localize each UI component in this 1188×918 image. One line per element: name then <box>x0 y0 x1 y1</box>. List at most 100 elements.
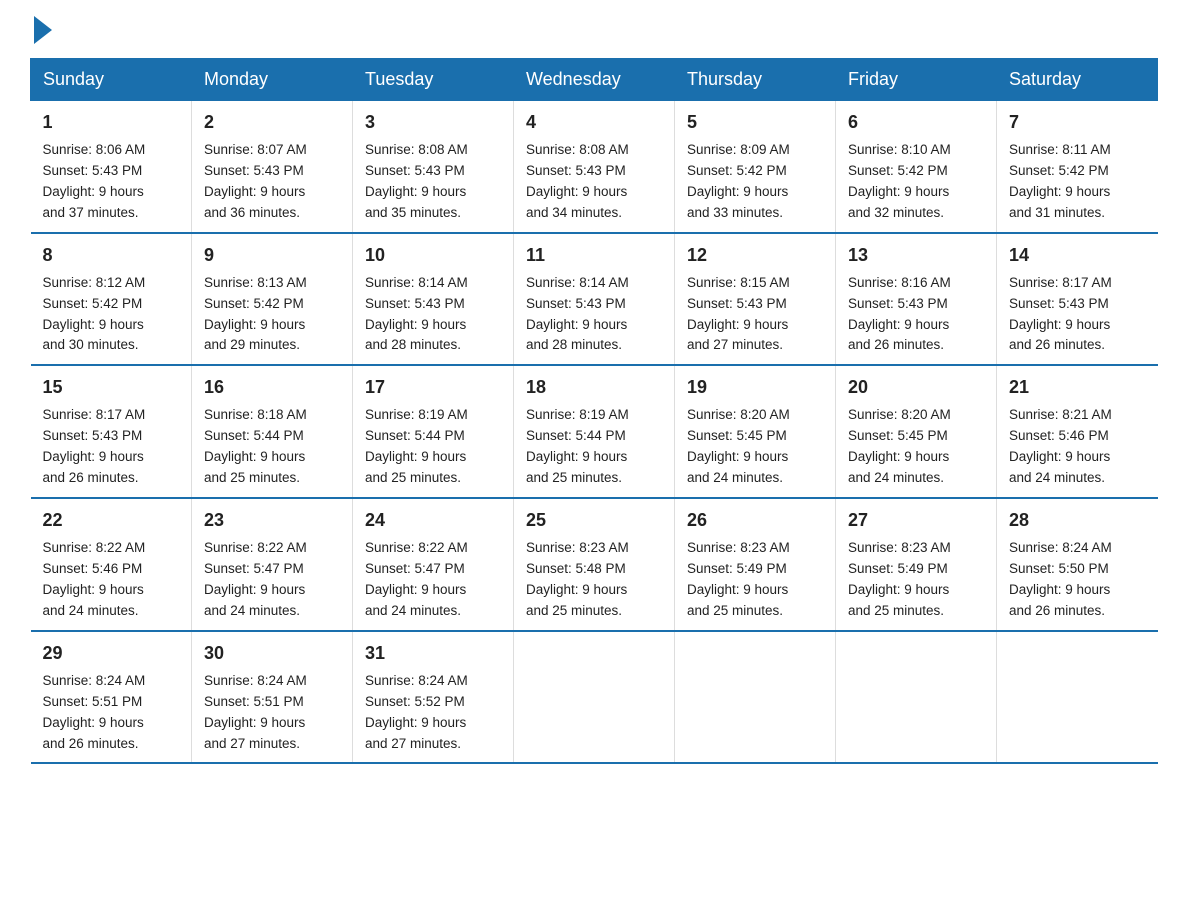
table-row <box>836 631 997 764</box>
day-info: Sunrise: 8:13 AMSunset: 5:42 PMDaylight:… <box>204 273 340 357</box>
day-number: 9 <box>204 242 340 269</box>
day-number: 12 <box>687 242 823 269</box>
day-info: Sunrise: 8:19 AMSunset: 5:44 PMDaylight:… <box>526 405 662 489</box>
day-info: Sunrise: 8:23 AMSunset: 5:49 PMDaylight:… <box>848 538 984 622</box>
day-number: 17 <box>365 374 501 401</box>
header-monday: Monday <box>192 59 353 101</box>
table-row: 19 Sunrise: 8:20 AMSunset: 5:45 PMDayligh… <box>675 365 836 498</box>
table-row: 18 Sunrise: 8:19 AMSunset: 5:44 PMDayligh… <box>514 365 675 498</box>
table-row: 10 Sunrise: 8:14 AMSunset: 5:43 PMDayligh… <box>353 233 514 366</box>
day-number: 18 <box>526 374 662 401</box>
day-number: 11 <box>526 242 662 269</box>
day-info: Sunrise: 8:22 AMSunset: 5:47 PMDaylight:… <box>204 538 340 622</box>
day-number: 1 <box>43 109 180 136</box>
week-row-3: 15 Sunrise: 8:17 AMSunset: 5:43 PMDayligh… <box>31 365 1158 498</box>
day-info: Sunrise: 8:14 AMSunset: 5:43 PMDaylight:… <box>365 273 501 357</box>
table-row: 25Sunrise: 8:23 AMSunset: 5:48 PMDayligh… <box>514 498 675 631</box>
day-number: 29 <box>43 640 180 667</box>
table-row: 13Sunrise: 8:16 AMSunset: 5:43 PMDayligh… <box>836 233 997 366</box>
table-row: 29 Sunrise: 8:24 AMSunset: 5:51 PMDayligh… <box>31 631 192 764</box>
day-number: 27 <box>848 507 984 534</box>
day-info: Sunrise: 8:20 AMSunset: 5:45 PMDaylight:… <box>848 405 984 489</box>
calendar-table: SundayMondayTuesdayWednesdayThursdayFrid… <box>30 58 1158 764</box>
day-info: Sunrise: 8:08 AMSunset: 5:43 PMDaylight:… <box>365 140 501 224</box>
week-row-5: 29 Sunrise: 8:24 AMSunset: 5:51 PMDayligh… <box>31 631 1158 764</box>
table-row: 21 Sunrise: 8:21 AMSunset: 5:46 PMDayligh… <box>997 365 1158 498</box>
table-row: 23 Sunrise: 8:22 AMSunset: 5:47 PMDayligh… <box>192 498 353 631</box>
day-number: 10 <box>365 242 501 269</box>
table-row: 14 Sunrise: 8:17 AMSunset: 5:43 PMDayligh… <box>997 233 1158 366</box>
day-number: 25 <box>526 507 662 534</box>
day-number: 7 <box>1009 109 1146 136</box>
logo <box>30 20 52 40</box>
day-number: 19 <box>687 374 823 401</box>
day-number: 6 <box>848 109 984 136</box>
day-info: Sunrise: 8:22 AMSunset: 5:46 PMDaylight:… <box>43 538 180 622</box>
table-row <box>514 631 675 764</box>
table-row: 7 Sunrise: 8:11 AMSunset: 5:42 PMDaylight… <box>997 101 1158 233</box>
header-friday: Friday <box>836 59 997 101</box>
day-number: 23 <box>204 507 340 534</box>
day-info: Sunrise: 8:06 AMSunset: 5:43 PMDaylight:… <box>43 140 180 224</box>
day-info: Sunrise: 8:24 AMSunset: 5:52 PMDaylight:… <box>365 671 501 755</box>
table-row: 27 Sunrise: 8:23 AMSunset: 5:49 PMDayligh… <box>836 498 997 631</box>
week-row-1: 1 Sunrise: 8:06 AMSunset: 5:43 PMDaylight… <box>31 101 1158 233</box>
table-row: 16 Sunrise: 8:18 AMSunset: 5:44 PMDayligh… <box>192 365 353 498</box>
day-info: Sunrise: 8:16 AMSunset: 5:43 PMDaylight:… <box>848 273 984 357</box>
table-row: 2 Sunrise: 8:07 AMSunset: 5:43 PMDaylight… <box>192 101 353 233</box>
day-number: 31 <box>365 640 501 667</box>
table-row: 26 Sunrise: 8:23 AMSunset: 5:49 PMDayligh… <box>675 498 836 631</box>
day-info: Sunrise: 8:15 AMSunset: 5:43 PMDaylight:… <box>687 273 823 357</box>
day-info: Sunrise: 8:14 AMSunset: 5:43 PMDaylight:… <box>526 273 662 357</box>
calendar-body: 1 Sunrise: 8:06 AMSunset: 5:43 PMDaylight… <box>31 101 1158 764</box>
week-row-2: 8Sunrise: 8:12 AMSunset: 5:42 PMDaylight… <box>31 233 1158 366</box>
day-number: 14 <box>1009 242 1146 269</box>
day-info: Sunrise: 8:07 AMSunset: 5:43 PMDaylight:… <box>204 140 340 224</box>
day-info: Sunrise: 8:24 AMSunset: 5:50 PMDaylight:… <box>1009 538 1146 622</box>
day-number: 3 <box>365 109 501 136</box>
day-info: Sunrise: 8:11 AMSunset: 5:42 PMDaylight:… <box>1009 140 1146 224</box>
table-row: 1 Sunrise: 8:06 AMSunset: 5:43 PMDaylight… <box>31 101 192 233</box>
day-info: Sunrise: 8:17 AMSunset: 5:43 PMDaylight:… <box>1009 273 1146 357</box>
day-info: Sunrise: 8:18 AMSunset: 5:44 PMDaylight:… <box>204 405 340 489</box>
table-row: 3 Sunrise: 8:08 AMSunset: 5:43 PMDaylight… <box>353 101 514 233</box>
header-thursday: Thursday <box>675 59 836 101</box>
logo-arrow-icon <box>34 16 52 44</box>
day-number: 16 <box>204 374 340 401</box>
day-number: 2 <box>204 109 340 136</box>
day-info: Sunrise: 8:21 AMSunset: 5:46 PMDaylight:… <box>1009 405 1146 489</box>
table-row <box>997 631 1158 764</box>
table-row <box>675 631 836 764</box>
table-row: 17 Sunrise: 8:19 AMSunset: 5:44 PMDayligh… <box>353 365 514 498</box>
table-row: 22 Sunrise: 8:22 AMSunset: 5:46 PMDayligh… <box>31 498 192 631</box>
table-row: 28Sunrise: 8:24 AMSunset: 5:50 PMDayligh… <box>997 498 1158 631</box>
day-number: 22 <box>43 507 180 534</box>
day-info: Sunrise: 8:20 AMSunset: 5:45 PMDaylight:… <box>687 405 823 489</box>
table-row: 8Sunrise: 8:12 AMSunset: 5:42 PMDaylight… <box>31 233 192 366</box>
day-number: 21 <box>1009 374 1146 401</box>
table-row: 11 Sunrise: 8:14 AMSunset: 5:43 PMDayligh… <box>514 233 675 366</box>
day-number: 8 <box>43 242 180 269</box>
table-row: 9 Sunrise: 8:13 AMSunset: 5:42 PMDaylight… <box>192 233 353 366</box>
day-number: 30 <box>204 640 340 667</box>
day-info: Sunrise: 8:17 AMSunset: 5:43 PMDaylight:… <box>43 405 180 489</box>
table-row: 4Sunrise: 8:08 AMSunset: 5:43 PMDaylight… <box>514 101 675 233</box>
page-header <box>30 20 1158 40</box>
day-info: Sunrise: 8:19 AMSunset: 5:44 PMDaylight:… <box>365 405 501 489</box>
header-wednesday: Wednesday <box>514 59 675 101</box>
day-info: Sunrise: 8:22 AMSunset: 5:47 PMDaylight:… <box>365 538 501 622</box>
table-row: 12 Sunrise: 8:15 AMSunset: 5:43 PMDayligh… <box>675 233 836 366</box>
day-number: 4 <box>526 109 662 136</box>
day-number: 24 <box>365 507 501 534</box>
day-info: Sunrise: 8:09 AMSunset: 5:42 PMDaylight:… <box>687 140 823 224</box>
header-row: SundayMondayTuesdayWednesdayThursdayFrid… <box>31 59 1158 101</box>
day-number: 26 <box>687 507 823 534</box>
day-info: Sunrise: 8:24 AMSunset: 5:51 PMDaylight:… <box>43 671 180 755</box>
day-number: 15 <box>43 374 180 401</box>
table-row: 30Sunrise: 8:24 AMSunset: 5:51 PMDayligh… <box>192 631 353 764</box>
header-tuesday: Tuesday <box>353 59 514 101</box>
day-info: Sunrise: 8:10 AMSunset: 5:42 PMDaylight:… <box>848 140 984 224</box>
week-row-4: 22 Sunrise: 8:22 AMSunset: 5:46 PMDayligh… <box>31 498 1158 631</box>
table-row: 20Sunrise: 8:20 AMSunset: 5:45 PMDayligh… <box>836 365 997 498</box>
day-info: Sunrise: 8:23 AMSunset: 5:49 PMDaylight:… <box>687 538 823 622</box>
